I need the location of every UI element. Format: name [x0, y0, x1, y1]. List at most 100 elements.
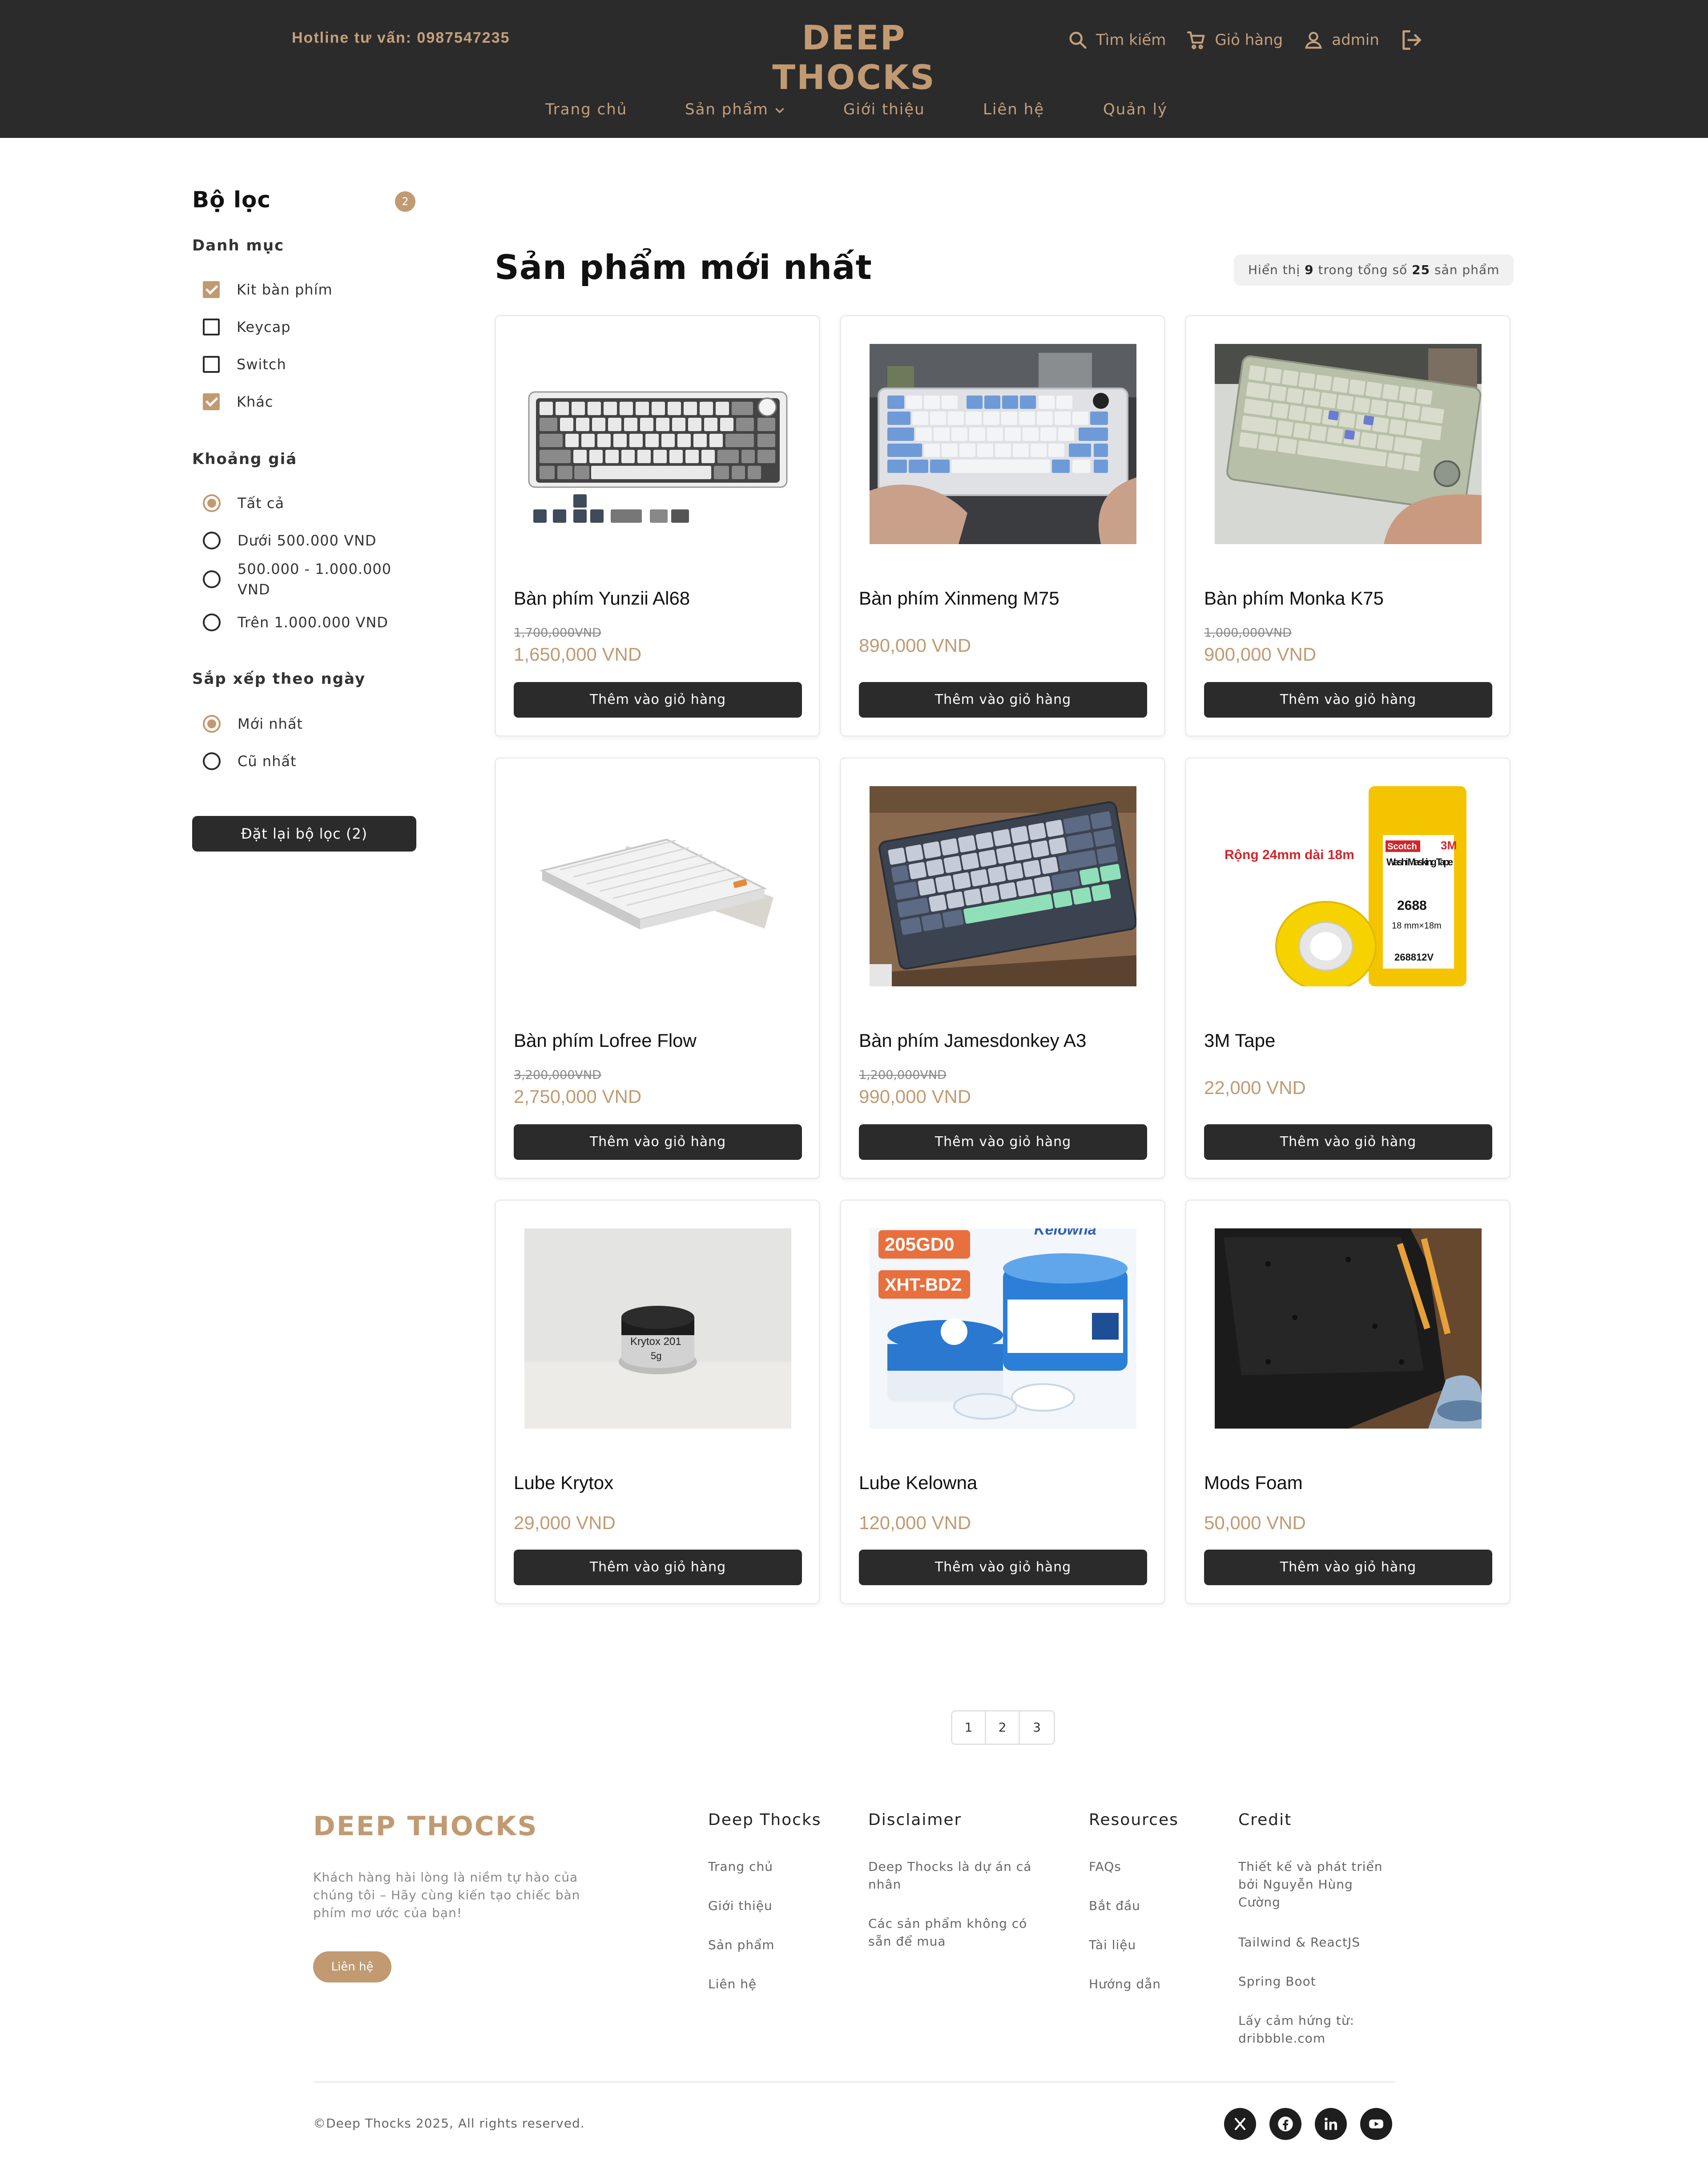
showing-suffix: sản phẩm [1434, 262, 1500, 277]
footer-link[interactable]: Bắt đầu [1089, 1897, 1140, 1915]
product-card[interactable]: Kelowna 205GD0 XHT-BDZ Lube Kelowna 120,… [840, 1199, 1165, 1604]
radio[interactable] [203, 715, 221, 733]
product-image[interactable]: Kelowna 205GD0 XHT-BDZ [870, 1228, 1136, 1429]
page-1[interactable]: 1 [952, 1712, 986, 1744]
footer-link[interactable]: FAQs [1089, 1858, 1121, 1876]
x-icon[interactable] [1224, 2108, 1256, 2140]
logout-icon[interactable] [1400, 28, 1423, 52]
category-switch[interactable]: Switch [203, 354, 286, 375]
product-card[interactable]: Bàn phím Monka K75 1,000,000VND 900,000 … [1185, 315, 1511, 737]
product-image[interactable] [1215, 344, 1482, 544]
nav-home[interactable]: Trang chủ [545, 101, 627, 118]
youtube-icon[interactable] [1360, 2108, 1392, 2140]
checkbox[interactable] [203, 393, 220, 410]
product-name[interactable]: Mods Foam [1204, 1472, 1303, 1494]
radio[interactable] [203, 494, 221, 512]
product-image[interactable]: Krytox 201 5g [524, 1228, 791, 1429]
user-menu[interactable]: admin [1303, 30, 1379, 50]
tape-code: 2688 [1397, 898, 1427, 913]
page-2[interactable]: 2 [986, 1712, 1020, 1744]
category-keycap[interactable]: Keycap [203, 317, 291, 337]
product-image[interactable] [870, 786, 1136, 986]
footer-col-title: Disclaimer [868, 1811, 962, 1829]
product-image[interactable] [870, 344, 1136, 544]
price-over-1m[interactable]: Trên 1.000.000 VND [203, 612, 388, 633]
product-image[interactable] [524, 344, 791, 544]
category-other[interactable]: Khác [203, 392, 273, 412]
product-image[interactable] [1215, 1228, 1482, 1429]
product-card[interactable]: Bàn phím Xinmeng M75 890,000 VND Thêm và… [840, 315, 1165, 737]
add-to-cart-button[interactable]: Thêm vào giỏ hàng [859, 1124, 1147, 1160]
add-to-cart-button[interactable]: Thêm vào giỏ hàng [1204, 1124, 1492, 1160]
product-card[interactable]: Krytox 201 5g Lube Krytox 29,000 VND Thê… [495, 1199, 820, 1604]
facebook-icon[interactable] [1269, 2108, 1301, 2140]
footer-link[interactable]: Giới thiệu [708, 1897, 773, 1915]
sort-oldest[interactable]: Cũ nhất [203, 751, 297, 771]
product-image[interactable]: Rộng 24mm dài 18m Scotch 3M Washi Maskin… [1215, 786, 1482, 986]
product-image[interactable] [524, 786, 791, 986]
product-name[interactable]: Lube Krytox [514, 1472, 613, 1494]
footer-link[interactable]: Trang chủ [708, 1858, 773, 1876]
product-name[interactable]: Bàn phím Yunzii Al68 [514, 588, 690, 609]
price-under-500k[interactable]: Dưới 500.000 VND [203, 530, 377, 551]
cart-button[interactable]: Giỏ hàng [1186, 30, 1283, 50]
footer-link[interactable]: Hướng dẫn [1089, 1975, 1161, 1993]
nav-contact[interactable]: Liên hệ [983, 101, 1044, 118]
product-name[interactable]: Bàn phím Lofree Flow [514, 1030, 697, 1051]
tape-product: Washi Masking Tape [1386, 856, 1453, 868]
footer-link[interactable]: Tài liệu [1089, 1936, 1136, 1954]
category-label: Khác [237, 393, 274, 410]
price-all[interactable]: Tất cả [203, 493, 284, 513]
add-to-cart-button[interactable]: Thêm vào giỏ hàng [1204, 682, 1492, 718]
sort-heading: Sắp xếp theo ngày [192, 670, 366, 688]
linkedin-icon[interactable] [1315, 2108, 1347, 2140]
product-name[interactable]: Bàn phím Xinmeng M75 [859, 588, 1059, 609]
product-name[interactable]: 3M Tape [1204, 1030, 1275, 1051]
cart-icon [1187, 31, 1205, 49]
product-name[interactable]: Bàn phím Jamesdonkey A3 [859, 1030, 1086, 1051]
product-price: 120,000 VND [859, 1512, 971, 1533]
nav-products-label: Sản phẩm [685, 101, 769, 118]
product-name[interactable]: Lube Kelowna [859, 1472, 977, 1494]
footer-contact-button[interactable]: Liên hệ [313, 1951, 391, 1982]
search-button[interactable]: Tìm kiếm [1068, 30, 1166, 50]
reset-filter-button[interactable]: Đặt lại bộ lọc (2) [192, 816, 416, 852]
radio[interactable] [203, 752, 221, 770]
add-to-cart-button[interactable]: Thêm vào giỏ hàng [859, 1550, 1147, 1585]
price-500k-1m[interactable]: 500.000 - 1.000.000 VND [203, 559, 398, 600]
price-label: Tất cả [238, 495, 285, 512]
footer-link[interactable]: Lấy cảm hứng từ: dribbble.com [1238, 2012, 1398, 2047]
add-to-cart-button[interactable]: Thêm vào giỏ hàng [514, 1124, 802, 1160]
footer-link[interactable]: Liên hệ [708, 1975, 757, 1993]
site-logo[interactable]: DEEP THOCKS [729, 18, 979, 97]
add-to-cart-button[interactable]: Thêm vào giỏ hàng [514, 1550, 802, 1585]
nav-about[interactable]: Giới thiệu [843, 101, 925, 118]
category-kit[interactable]: Kit bàn phím [203, 279, 333, 300]
product-card[interactable]: Bàn phím Yunzii Al68 1,700,000VND 1,650,… [495, 315, 820, 737]
product-card[interactable]: Bàn phím Jamesdonkey A3 1,200,000VND 990… [840, 757, 1165, 1179]
nav-products[interactable]: Sản phẩm [685, 101, 786, 118]
page-3[interactable]: 3 [1020, 1712, 1054, 1744]
product-card[interactable]: Bàn phím Lofree Flow 3,200,000VND 2,750,… [495, 757, 820, 1179]
footer-link: Tailwind & ReactJS [1238, 1935, 1361, 1950]
add-to-cart-button[interactable]: Thêm vào giỏ hàng [859, 682, 1147, 718]
radio[interactable] [203, 570, 221, 588]
add-to-cart-button[interactable]: Thêm vào giỏ hàng [514, 682, 802, 718]
footer-link[interactable]: Sản phẩm [708, 1936, 775, 1954]
kelowna-brand: Kelowna [1034, 1228, 1096, 1238]
product-name[interactable]: Bàn phím Monka K75 [1204, 588, 1384, 609]
add-to-cart-button[interactable]: Thêm vào giỏ hàng [1204, 1550, 1492, 1585]
footer-logo[interactable]: DEEP THOCKS [313, 1811, 538, 1842]
hotline-number[interactable]: 0987547235 [417, 29, 510, 46]
sort-newest[interactable]: Mới nhất [203, 714, 303, 734]
checkbox[interactable] [203, 281, 220, 298]
product-card[interactable]: Mods Foam 50,000 VND Thêm vào giỏ hàng [1185, 1199, 1511, 1604]
nav-admin[interactable]: Quản lý [1103, 101, 1168, 118]
product-card[interactable]: Rộng 24mm dài 18m Scotch 3M Washi Maskin… [1185, 757, 1511, 1179]
checkbox[interactable] [203, 319, 220, 335]
radio[interactable] [203, 532, 221, 549]
radio[interactable] [203, 614, 221, 631]
checkbox[interactable] [203, 356, 220, 373]
price-label: Trên 1.000.000 VND [238, 614, 388, 631]
search-label: Tìm kiếm [1096, 31, 1166, 49]
